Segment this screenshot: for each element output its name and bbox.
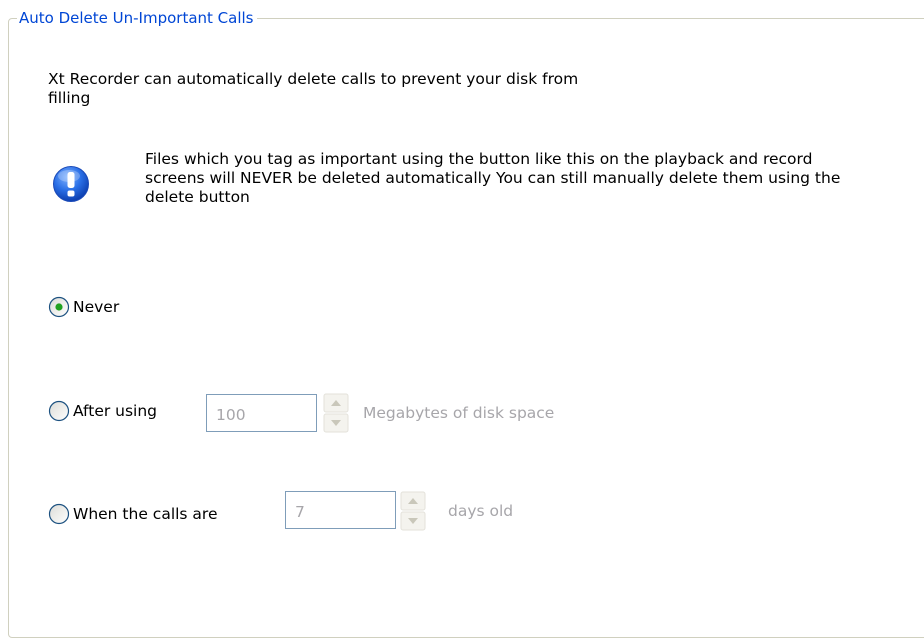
radio-never-label: Never — [73, 298, 120, 316]
megabytes-spinner[interactable] — [323, 393, 349, 433]
days-input[interactable] — [285, 491, 396, 529]
radio-after-using-label: After using — [73, 402, 158, 420]
radio-selected-icon[interactable] — [48, 296, 70, 318]
exclamation-info-icon — [53, 166, 89, 202]
radio-unselected-icon[interactable] — [48, 400, 70, 422]
radio-unselected-icon[interactable] — [48, 503, 70, 525]
megabytes-input[interactable] — [206, 394, 317, 432]
megabytes-unit-label: Megabytes of disk space — [363, 404, 555, 422]
radio-never[interactable]: Never — [48, 296, 119, 318]
radio-when-calls-are-label: When the calls are — [73, 505, 218, 523]
radio-after-using[interactable]: After using — [48, 400, 157, 422]
days-spinner[interactable] — [400, 491, 426, 531]
radio-when-calls-are[interactable]: When the calls are — [48, 503, 218, 525]
important-files-note: Files which you tag as important using t… — [145, 150, 841, 206]
intro-text: Xt Recorder can automatically delete cal… — [48, 70, 579, 107]
days-unit-label: days old — [448, 502, 514, 520]
groupbox-title: Auto Delete Un-Important Calls — [17, 9, 257, 27]
auto-delete-groupbox — [8, 18, 924, 638]
